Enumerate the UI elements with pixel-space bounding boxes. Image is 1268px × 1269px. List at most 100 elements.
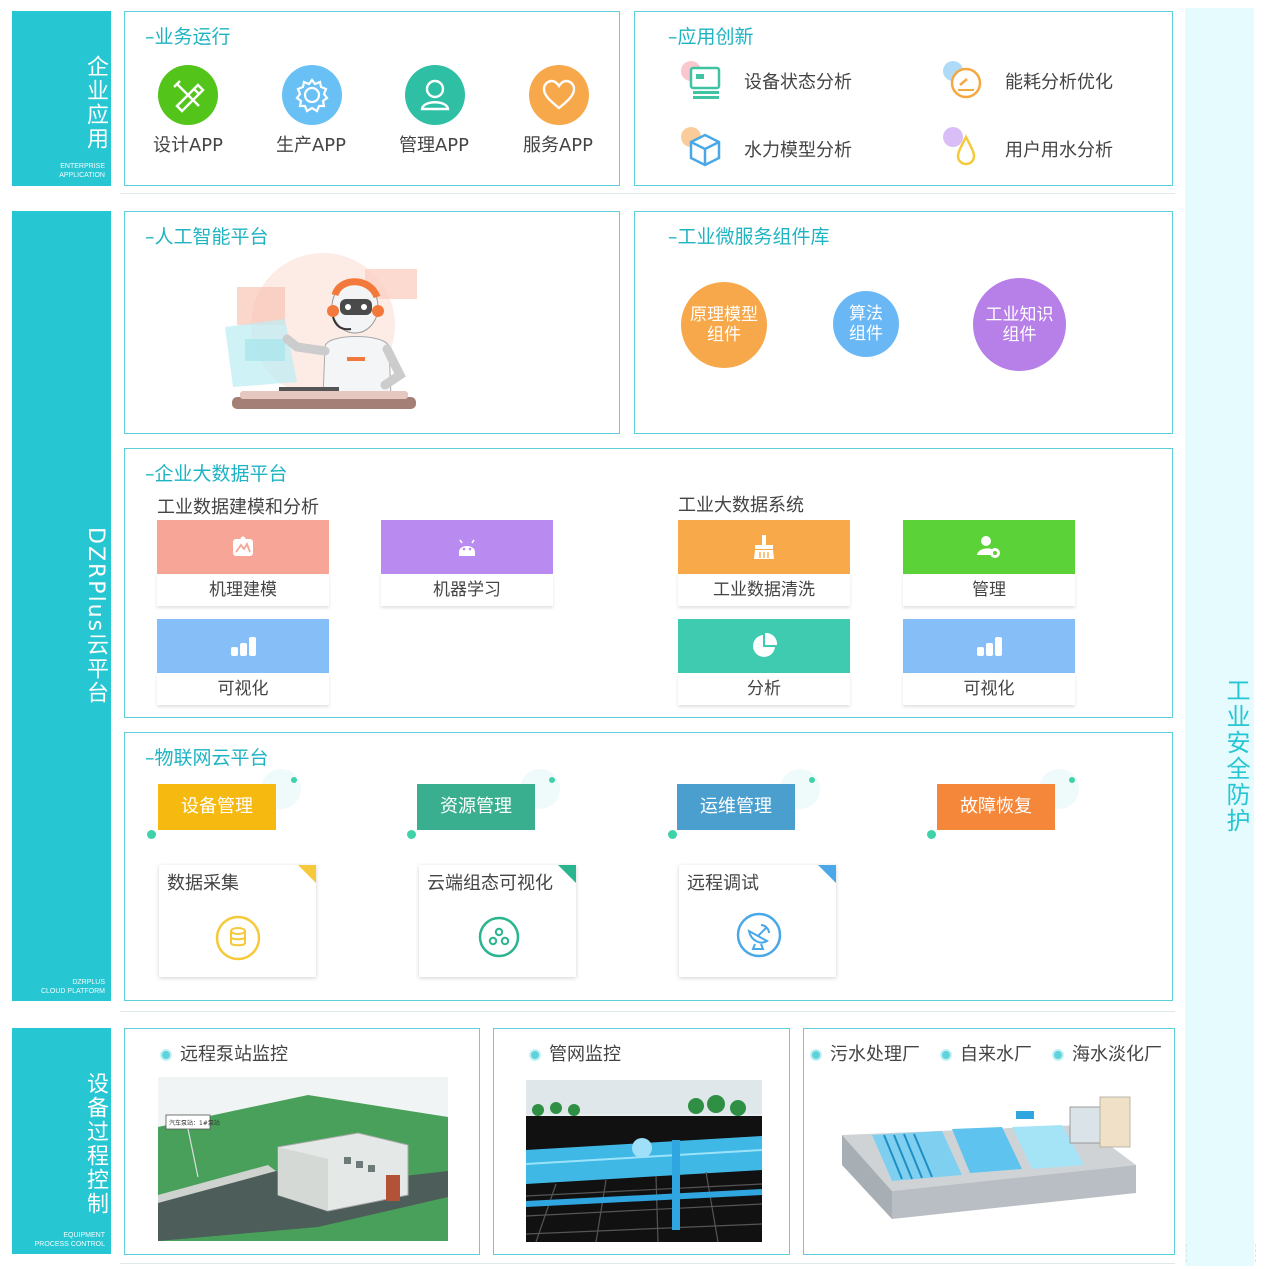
pipe-network-label: 管网监控 [529,1040,621,1066]
satellite-icon [736,912,782,958]
decor-dot [809,777,815,783]
pipe-network-illustration [526,1080,762,1242]
decor-dot [407,830,416,839]
business-panel: 业务运行 设计APP 生产APP 管理APP 服务APP [124,11,620,186]
user-water-label: 用户用水分析 [1005,140,1113,161]
visualization-label-right: 可视化 [903,673,1075,705]
energy-gauge-icon [943,61,982,99]
operations-management-tag[interactable]: 运维管理 [677,784,795,830]
plants-panel: 污水处理厂 自来水厂 海水淡化厂 [803,1028,1175,1255]
edge-marks [1186,1244,1256,1262]
divider [120,1263,1175,1264]
decor-dot [549,777,555,783]
design-app-button[interactable] [158,65,218,125]
card-corner [558,865,576,883]
decor-dot [1069,777,1075,783]
remote-debug-card[interactable]: 远程调试 [679,865,836,977]
mechanism-modeling-label: 机理建模 [157,574,329,606]
sidebar-security-title: 工业安全防护 [1222,678,1250,834]
ai-platform-title: 人工智能平台 [145,222,269,249]
microservice-panel: 工业微服务组件库 原理模型组件 算法组件 工业知识组件 [634,211,1173,434]
user-icon [420,79,450,111]
bigdata-panel: 企业大数据平台 工业数据建模和分析 工业大数据系统 机理建模 机器学习 可视化 … [124,448,1173,718]
bar-chart-icon [231,637,256,656]
sidebar-enterprise-caption: ENTERPRISE APPLICATION [59,163,105,179]
cloud-visualization-card[interactable]: 云端组态可视化 [419,865,576,977]
data-cleaning-label: 工业数据清洗 [678,574,850,606]
android-icon [459,539,475,556]
data-collection-label: 数据采集 [167,873,239,894]
device-management-tag[interactable]: 设备管理 [158,784,276,830]
visualization-tile-left[interactable]: 可视化 [157,619,329,706]
design-app-label: 设计APP [152,135,224,156]
mechanism-modeling-tile[interactable]: 机理建模 [157,520,329,607]
innovation-panel: 应用创新 设备状态分析 能耗分析优化 水力模型分析 用户用水分析 [634,11,1173,186]
water-drop-icon [943,127,976,166]
decor-dot [668,830,677,839]
bar-chart-icon [977,637,1002,656]
user-gear-icon [977,536,1000,558]
divider [120,193,1175,194]
bigdata-left-subtitle: 工业数据建模和分析 [157,497,319,518]
pump-station-panel: 远程泵站监控 汽车泵站：1#泵站 [124,1028,480,1255]
coins-icon [215,915,261,961]
remote-debug-label: 远程调试 [687,873,759,894]
resource-management-tag[interactable]: 资源管理 [417,784,535,830]
visualization-tile-right[interactable]: 可视化 [903,619,1075,706]
innovation-title: 应用创新 [668,22,754,49]
algorithm-component[interactable]: 算法 组件 [833,291,899,357]
iot-title: 物联网云平台 [145,743,269,770]
service-app-label: 服务APP [522,135,594,156]
management-label: 管理 [903,574,1075,606]
device-status-label: 设备状态分析 [744,72,852,93]
decor-dot [291,777,297,783]
machine-learning-tile[interactable]: 机器学习 [381,520,553,607]
analysis-tile[interactable]: 分析 [678,619,850,706]
industrial-knowledge-component[interactable]: 工业知识 组件 [973,278,1066,371]
sidebar-cloud-caption: DZRPLUS CLOUD PLATFORM [40,979,105,995]
bigdata-title: 企业大数据平台 [145,459,288,486]
decor-dot [147,830,156,839]
pump-station-illustration: 汽车泵站：1#泵站 [158,1077,448,1241]
fault-recovery-tag[interactable]: 故障恢复 [937,784,1055,830]
machine-learning-label: 机器学习 [381,574,553,606]
mechanism-icon [233,536,253,556]
management-app-label: 管理APP [398,135,470,156]
production-app-label: 生产APP [275,135,347,156]
pump-station-label: 远程泵站监控 [160,1040,288,1066]
principle-model-component[interactable]: 原理模型 组件 [681,282,767,368]
data-collection-card[interactable]: 数据采集 [159,865,316,977]
microservice-title: 工业微服务组件库 [668,222,830,249]
gear-icon [295,78,329,113]
ai-platform-panel: 人工智能平台 [124,211,620,434]
nodes-icon [478,916,520,958]
pencil-ruler-icon [173,80,205,113]
sidebar-enterprise-title: 企业应用 [83,55,108,151]
iot-panel: 物联网云平台 设备管理 资源管理 运维管理 故障恢复 数据采集 云端组态可视化 … [124,732,1173,1001]
service-app-button[interactable] [529,65,589,125]
analysis-label: 分析 [678,673,850,705]
visualization-label-left: 可视化 [157,673,329,705]
cloud-visualization-label: 云端组态可视化 [427,873,553,894]
card-corner [818,865,836,883]
data-cleaning-tile[interactable]: 工业数据清洗 [678,520,850,607]
sidebar-equipment-title: 设备过程控制 [83,1072,108,1216]
production-app-button[interactable] [282,65,342,125]
pipe-network-panel: 管网监控 [493,1028,790,1255]
sidebar-equipment-caption: EQUIPMENT PROCESS CONTROL [34,1232,105,1248]
treatment-plant-illustration [842,1096,1136,1219]
divider [120,1011,1175,1012]
sidebar-security: 工业安全防护 [1185,8,1254,1266]
desalination-plant-label: 海水淡化厂 [1052,1040,1162,1066]
device-status-icon [681,61,721,99]
pump-station-sign: 汽车泵站：1#泵站 [169,1119,220,1127]
management-app-button[interactable] [405,65,465,125]
decor-dot [927,830,936,839]
management-tile[interactable]: 管理 [903,520,1075,607]
sidebar-cloud-title: DZRPlus云平台 [83,527,108,706]
broom-icon [754,535,774,559]
water-plant-label: 自来水厂 [940,1040,1032,1066]
sidebar-equipment: 设备过程控制 EQUIPMENT PROCESS CONTROL [12,1028,111,1254]
hydraulic-model-label: 水力模型分析 [744,140,852,161]
business-title: 业务运行 [145,22,231,49]
